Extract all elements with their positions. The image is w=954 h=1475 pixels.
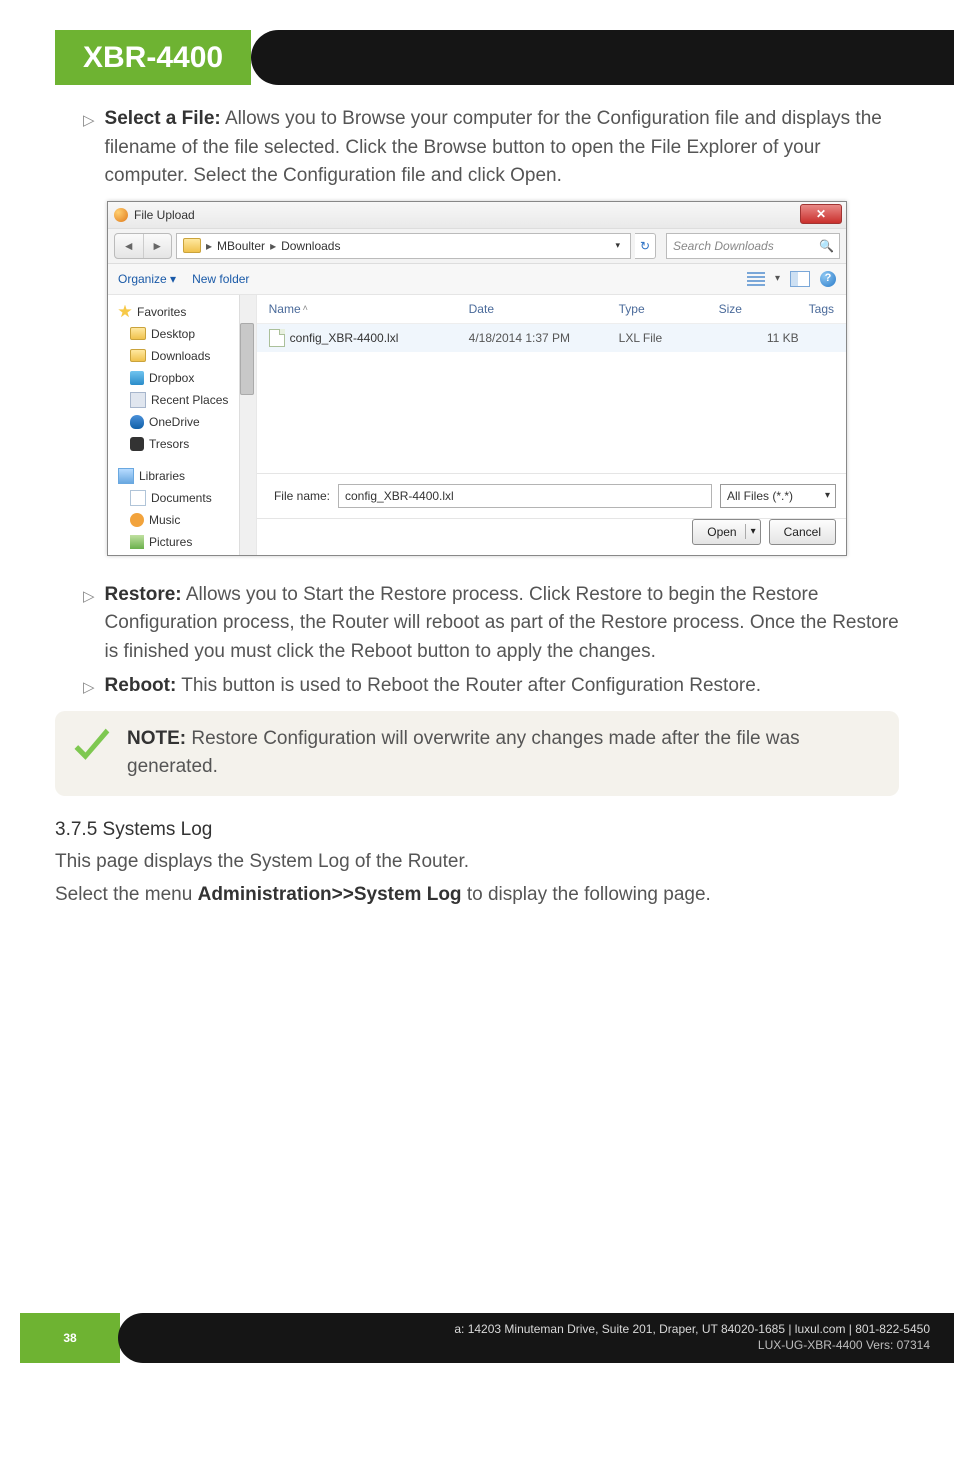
help-icon[interactable]: ? <box>820 271 836 287</box>
footer-address: a: 14203 Minuteman Drive, Suite 201, Dra… <box>454 1322 930 1338</box>
triangle-bullet-icon: ▷ <box>83 672 95 701</box>
tresors-icon <box>130 437 144 451</box>
note-label: NOTE: <box>127 728 186 749</box>
sort-caret-icon: ˄ <box>303 302 308 316</box>
bullet-restore-text: Allows you to Start the Restore process.… <box>105 584 899 662</box>
section-heading: 3.7.5 Systems Log <box>55 816 899 845</box>
file-name: config_XBR-4400.lxl <box>290 329 399 347</box>
menu-path: Administration>>System Log <box>198 884 462 905</box>
tree-onedrive[interactable]: OneDrive <box>130 411 256 433</box>
bullet-reboot: ▷ Reboot: This button is used to Reboot … <box>55 672 899 701</box>
footer-docid: LUX-UG-XBR-4400 Vers: 07314 <box>758 1338 930 1354</box>
bullet-select-text: Allows you to Browse your computer for t… <box>105 108 882 186</box>
search-icon: 🔍 <box>819 237 834 255</box>
col-tags[interactable]: Tags <box>809 300 834 318</box>
tree-videos[interactable]: Videos <box>130 553 256 555</box>
organize-menu[interactable]: Organize ▾ <box>118 270 176 288</box>
open-button[interactable]: Open▾ <box>692 519 760 545</box>
file-type: LXL File <box>619 329 719 347</box>
tree-documents[interactable]: Documents <box>130 487 256 509</box>
file-icon <box>269 329 285 347</box>
bullet-select-label: Select a File: <box>105 108 221 129</box>
page-number: 38 <box>20 1313 120 1363</box>
breadcrumb-seg-2[interactable]: Downloads <box>281 237 340 255</box>
onedrive-icon <box>130 415 144 429</box>
window-close-button[interactable]: ✕ <box>800 204 842 224</box>
bullet-restore-label: Restore: <box>105 584 182 605</box>
dropbox-icon <box>130 371 144 385</box>
column-headers[interactable]: Name ˄ Date Type Size Tags <box>257 295 846 324</box>
breadcrumb-seg-1[interactable]: MBoulter <box>217 237 265 255</box>
view-list-icon[interactable] <box>747 272 765 286</box>
section-line2: Select the menu Administration>>System L… <box>55 881 899 910</box>
preview-pane-icon[interactable] <box>790 271 810 287</box>
filename-input[interactable]: config_XBR-4400.lxl <box>338 484 712 508</box>
bullet-reboot-text: This button is used to Reboot the Router… <box>176 675 761 696</box>
tree-downloads[interactable]: Downloads <box>130 345 256 367</box>
chevron-down-icon[interactable]: ▾ <box>775 271 780 286</box>
forward-arrow-icon[interactable]: ► <box>144 234 172 258</box>
bullet-restore: ▷ Restore: Allows you to Start the Resto… <box>55 581 899 667</box>
file-upload-dialog: File Upload ✕ ◄ ► ▸ MBoulter ▸ Downloads… <box>107 201 847 556</box>
col-name[interactable]: Name <box>269 300 301 318</box>
bullet-reboot-label: Reboot: <box>105 675 177 696</box>
search-placeholder: Search Downloads <box>673 237 774 255</box>
tree-recent[interactable]: Recent Places <box>130 389 256 411</box>
desktop-icon <box>130 327 146 340</box>
tree-tresors[interactable]: Tresors <box>130 433 256 455</box>
dialog-title: File Upload <box>134 206 195 224</box>
col-size[interactable]: Size <box>719 300 809 318</box>
cancel-button[interactable]: Cancel <box>769 519 836 545</box>
file-date: 4/18/2014 1:37 PM <box>469 329 619 347</box>
triangle-bullet-icon: ▷ <box>83 105 95 191</box>
triangle-bullet-icon: ▷ <box>83 581 95 667</box>
recent-places-icon <box>130 392 146 408</box>
page-footer: 38 a: 14203 Minuteman Drive, Suite 201, … <box>0 1313 954 1363</box>
section-line1: This page displays the System Log of the… <box>55 848 899 877</box>
file-row[interactable]: config_XBR-4400.lxl 4/18/2014 1:37 PM LX… <box>257 324 846 352</box>
music-icon <box>130 513 144 527</box>
page-header: XBR-4400 <box>55 30 954 85</box>
firefox-icon <box>114 208 128 222</box>
col-date[interactable]: Date <box>469 300 619 318</box>
breadcrumb[interactable]: ▸ MBoulter ▸ Downloads ▾ <box>176 233 631 259</box>
refresh-button[interactable]: ↻ <box>635 233 656 259</box>
tree-favorites[interactable]: Favorites <box>118 301 256 323</box>
pictures-icon <box>130 535 144 549</box>
tree-libraries[interactable]: Libraries <box>118 465 256 487</box>
checkmark-icon <box>69 725 113 769</box>
note-box: NOTE: Restore Configuration will overwri… <box>55 711 899 796</box>
header-dark-band <box>251 30 954 85</box>
folder-icon <box>183 238 201 253</box>
tree-music[interactable]: Music <box>130 509 256 531</box>
tree-pictures[interactable]: Pictures <box>130 531 256 553</box>
nav-back-forward[interactable]: ◄ ► <box>114 233 172 259</box>
filename-label: File name: <box>274 487 330 505</box>
tree-desktop[interactable]: Desktop <box>130 323 256 345</box>
scrollbar-thumb[interactable] <box>240 323 254 395</box>
chevron-down-icon[interactable]: ▾ <box>611 239 624 253</box>
new-folder-button[interactable]: New folder <box>192 270 249 288</box>
file-size: 11 KB <box>719 329 809 347</box>
file-filter-combo[interactable]: All Files (*.*) <box>720 484 836 508</box>
documents-icon <box>130 490 146 506</box>
libraries-icon <box>118 468 134 484</box>
col-type[interactable]: Type <box>619 300 719 318</box>
product-title: XBR-4400 <box>55 30 251 85</box>
dialog-titlebar: File Upload ✕ <box>108 202 846 229</box>
back-arrow-icon[interactable]: ◄ <box>115 234 144 258</box>
folder-tree: Favorites Desktop Downloads Dropbox Rece… <box>108 295 257 555</box>
star-icon <box>118 305 132 319</box>
downloads-icon <box>130 349 146 362</box>
bullet-select-file: ▷ Select a File: Allows you to Browse yo… <box>55 105 899 191</box>
search-input[interactable]: Search Downloads 🔍 <box>666 233 840 259</box>
note-body: Restore Configuration will overwrite any… <box>127 728 800 778</box>
tree-dropbox[interactable]: Dropbox <box>130 367 256 389</box>
